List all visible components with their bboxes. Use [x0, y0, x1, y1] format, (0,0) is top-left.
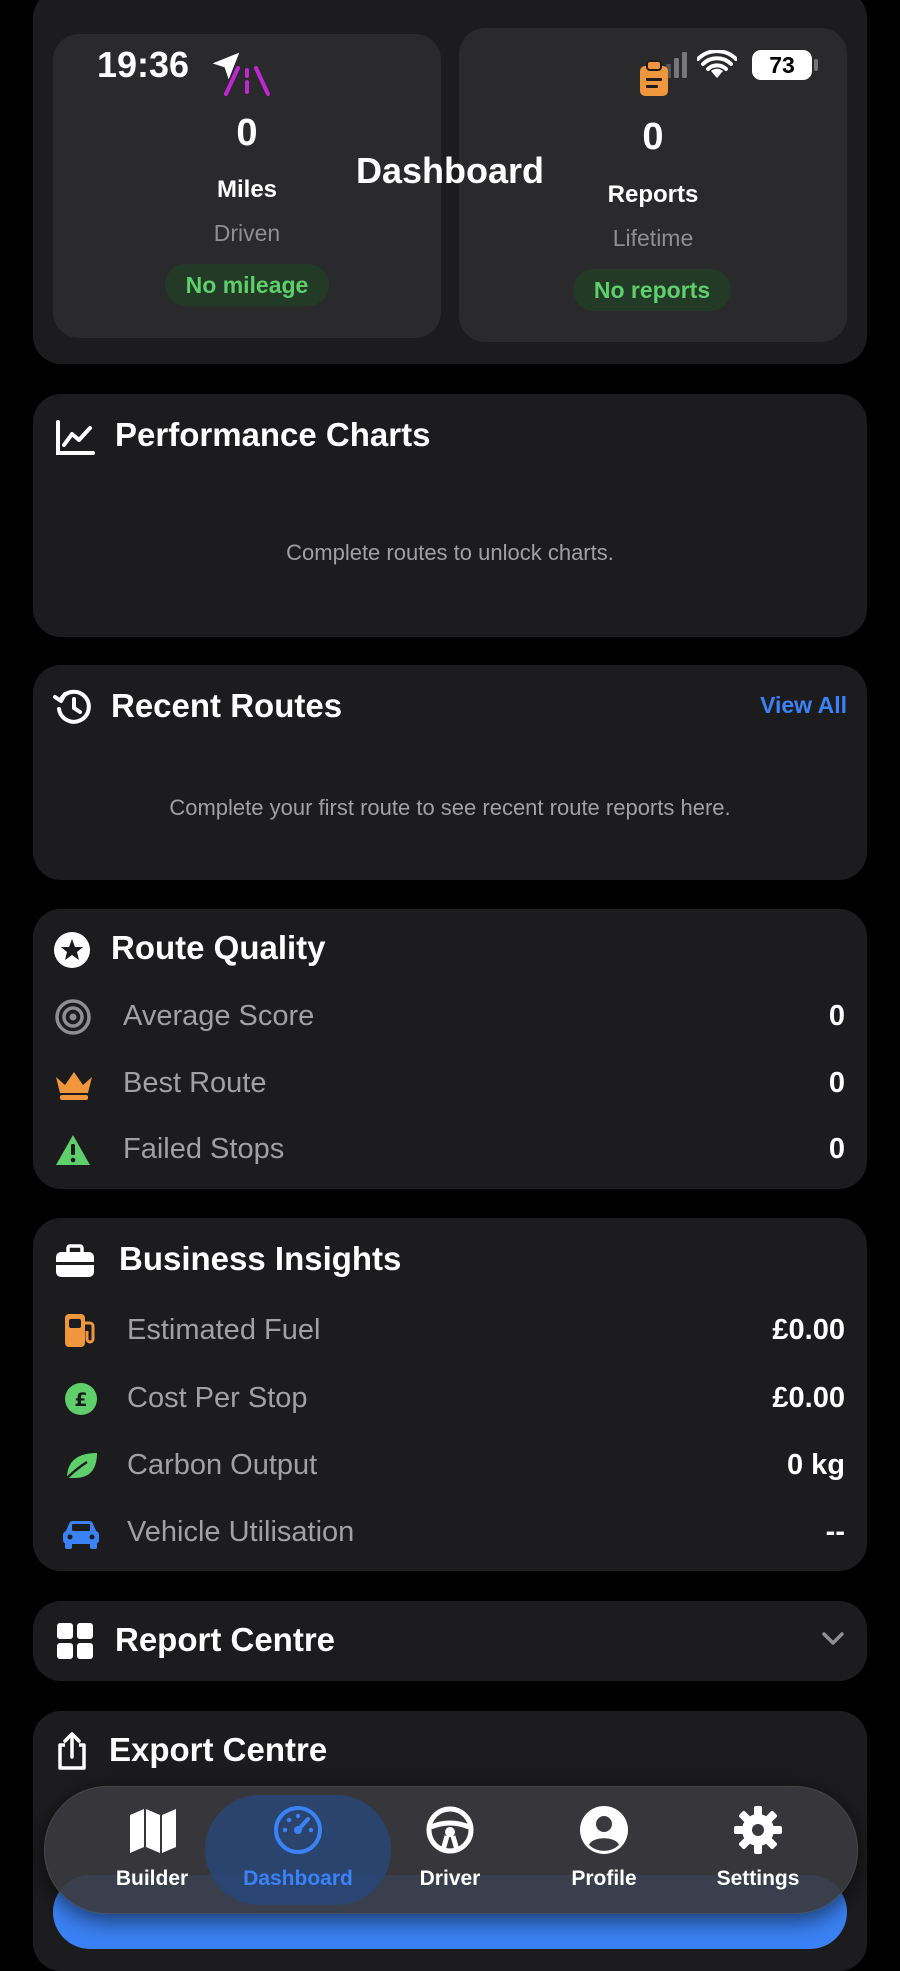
performance-charts-card: Performance Charts Complete routes to un…	[33, 394, 867, 637]
cost-per-stop-label: Cost Per Stop	[127, 1382, 308, 1414]
briefcase-icon	[56, 1244, 94, 1277]
miles-value: 0	[236, 112, 258, 154]
history-icon	[53, 689, 91, 724]
map-icon	[130, 1809, 176, 1853]
status-time: 19:36	[97, 44, 190, 85]
warning-icon	[56, 1135, 90, 1165]
view-all-link[interactable]: View All	[760, 692, 847, 719]
gear-icon	[734, 1806, 782, 1854]
recent-routes-empty-text: Complete your first route to see recent …	[169, 795, 731, 820]
recent-routes-card: Recent Routes View All Complete your fir…	[33, 665, 867, 880]
miles-label: Miles	[216, 176, 278, 203]
tab-dashboard[interactable]: Dashboard	[223, 1787, 373, 1913]
business-insights-title: Business Insights	[119, 1240, 402, 1277]
failed-stops-label: Failed Stops	[123, 1133, 285, 1165]
vehicle-utilisation-label: Vehicle Utilisation	[127, 1516, 355, 1548]
export-centre-title: Export Centre	[109, 1731, 328, 1768]
tab-profile-label: Profile	[571, 1867, 637, 1890]
tab-builder[interactable]: Builder	[77, 1787, 227, 1913]
tab-builder-label: Builder	[115, 1867, 189, 1890]
recent-routes-title: Recent Routes	[111, 687, 343, 724]
cost-per-stop-value: £0.00	[772, 1382, 845, 1414]
gauge-icon	[274, 1806, 322, 1854]
business-insights-card: Business Insights Estimated Fuel £0.00 £…	[33, 1218, 867, 1571]
crown-icon	[56, 1072, 92, 1100]
estimated-fuel-value: £0.00	[772, 1314, 845, 1346]
mileage-badge: No mileage	[165, 264, 329, 306]
chevron-down-icon[interactable]	[821, 1631, 845, 1647]
performance-empty-text: Complete routes to unlock charts.	[286, 540, 614, 565]
steering-wheel-icon	[426, 1806, 474, 1854]
road-icon	[224, 66, 270, 96]
battery-indicator: 73	[752, 50, 812, 80]
miles-sub: Driven	[213, 220, 281, 246]
clipboard-icon	[640, 60, 668, 96]
failed-stops-value: 0	[828, 1133, 845, 1165]
tab-profile[interactable]: Profile	[529, 1787, 679, 1913]
profile-icon	[580, 1806, 628, 1854]
average-score-value: 0	[828, 1000, 845, 1032]
route-quality-card: Route Quality Average Score 0 Best Route…	[33, 909, 867, 1189]
battery-level: 73	[769, 52, 795, 78]
tab-settings[interactable]: Settings	[683, 1787, 833, 1913]
leaf-icon	[64, 1453, 97, 1481]
tab-driver-label: Driver	[419, 1867, 481, 1890]
vehicle-utilisation-value: --	[825, 1516, 845, 1548]
reports-value: 0	[642, 116, 664, 158]
report-centre-card[interactable]: Report Centre	[33, 1601, 867, 1681]
reports-label: Reports	[607, 181, 699, 208]
battery-tip	[814, 59, 818, 71]
line-chart-icon	[56, 420, 95, 455]
performance-charts-title: Performance Charts	[115, 416, 431, 453]
reports-sub: Lifetime	[612, 225, 694, 251]
tab-settings-label: Settings	[716, 1867, 800, 1890]
grid-icon	[57, 1623, 93, 1659]
car-icon	[63, 1520, 99, 1549]
route-quality-title: Route Quality	[111, 929, 326, 966]
tab-bar: Builder Dashboard Driver Profile Setting…	[44, 1786, 858, 1914]
fuel-icon	[65, 1314, 95, 1347]
target-icon	[55, 999, 91, 1035]
reports-badge: No reports	[573, 269, 731, 311]
wifi-icon	[697, 50, 737, 78]
pound-icon: £	[65, 1383, 97, 1415]
estimated-fuel-label: Estimated Fuel	[127, 1314, 321, 1346]
tab-driver[interactable]: Driver	[375, 1787, 525, 1913]
best-route-label: Best Route	[123, 1067, 267, 1099]
tab-dashboard-label: Dashboard	[243, 1867, 353, 1890]
share-icon	[58, 1732, 86, 1770]
report-centre-title: Report Centre	[115, 1621, 336, 1658]
carbon-output-label: Carbon Output	[127, 1449, 318, 1481]
average-score-label: Average Score	[123, 1000, 315, 1032]
carbon-output-value: 0 kg	[786, 1449, 845, 1481]
svg-text:£: £	[74, 1389, 87, 1411]
best-route-value: 0	[828, 1067, 845, 1099]
star-circle-icon	[54, 932, 90, 968]
